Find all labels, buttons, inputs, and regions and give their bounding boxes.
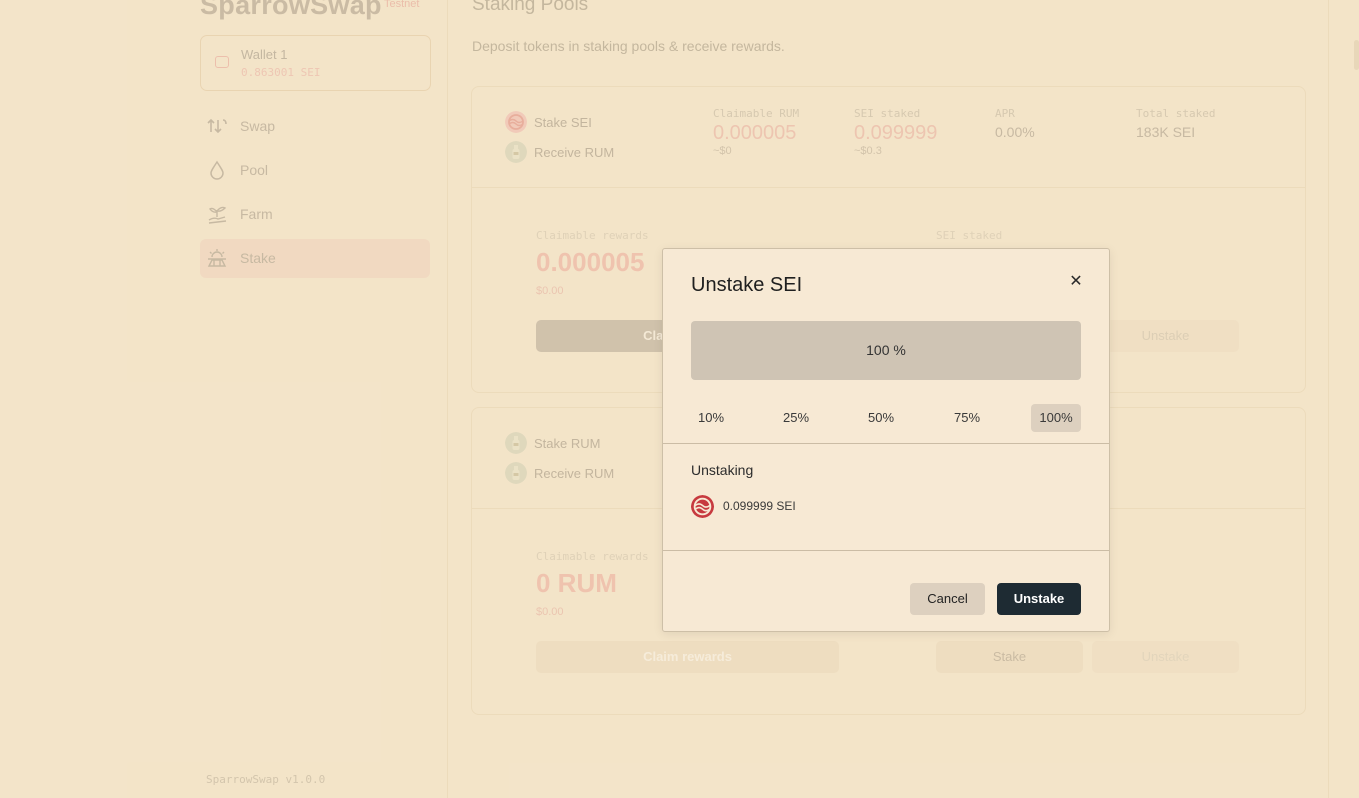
percent-option-10[interactable]: 10% [685, 404, 737, 432]
close-icon[interactable]: ✕ [1067, 273, 1085, 291]
unstake-percent-value: 100 % [866, 342, 906, 358]
percent-option-75[interactable]: 75% [941, 404, 993, 432]
percent-option-25[interactable]: 25% [770, 404, 822, 432]
unstake-percent-bar[interactable]: 100 % [691, 321, 1081, 380]
modal-title: Unstake SEI [691, 274, 803, 296]
unstaking-label: Unstaking [691, 462, 754, 478]
unstake-modal: Unstake SEI ✕ 100 % 10% 25% 50% 75% 100%… [662, 248, 1110, 632]
modal-divider [663, 443, 1109, 444]
modal-divider [663, 550, 1109, 551]
sei-token-icon [691, 495, 714, 518]
unstaking-amount: 0.099999 SEI [723, 499, 796, 513]
cancel-button[interactable]: Cancel [910, 583, 985, 615]
percent-option-100[interactable]: 100% [1031, 404, 1081, 432]
confirm-unstake-button[interactable]: Unstake [997, 583, 1081, 615]
percent-option-50[interactable]: 50% [855, 404, 907, 432]
